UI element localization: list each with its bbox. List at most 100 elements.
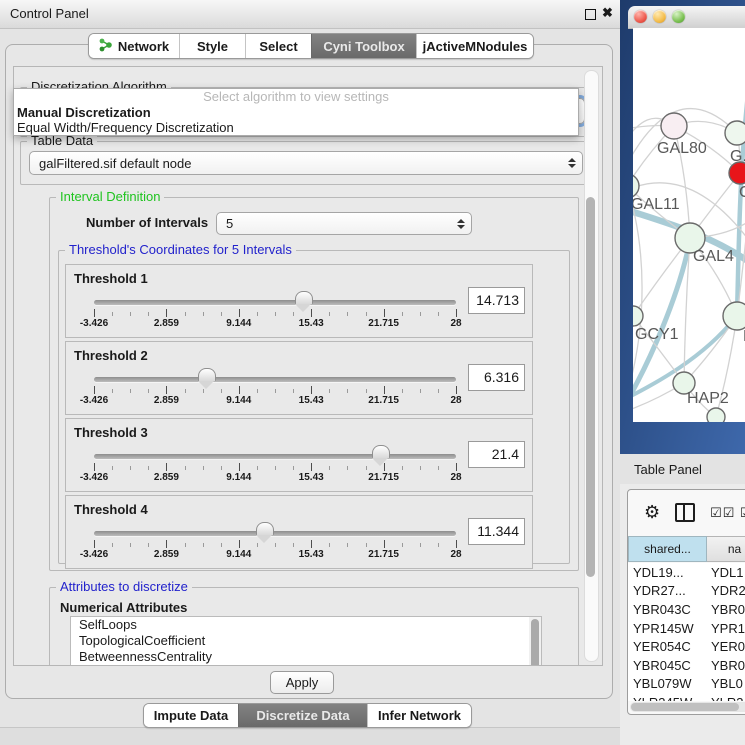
slider-track[interactable] — [94, 454, 456, 459]
threshold-label: Threshold 4 — [74, 502, 148, 517]
slider-ticks — [94, 463, 456, 472]
slider-track[interactable] — [94, 531, 456, 536]
table-panel-title: Table Panel — [634, 462, 702, 477]
thresholds-list: Threshold 1 -3.4262.8599.14415.4321.7152… — [65, 264, 533, 572]
bottom-strip — [0, 727, 621, 745]
network-node[interactable] — [633, 174, 639, 198]
attribute-item[interactable]: BetweennessCentrality — [71, 649, 541, 665]
attributes-group: Attributes to discretize Numerical Attri… — [49, 587, 579, 666]
network-node-label: GAL80 — [657, 140, 707, 157]
attributes-group-title: Attributes to discretize — [56, 580, 192, 594]
close-traffic-light[interactable] — [634, 10, 647, 23]
network-window: GAL80G.GAL11CGAL4GCY1HHAP2 — [620, 0, 745, 454]
slider-scale: -3.4262.8599.14415.4321.71528 — [94, 472, 456, 484]
tab-network[interactable]: Network — [89, 34, 179, 58]
column-header-name[interactable]: na — [707, 536, 745, 562]
control-panel-title: Control Panel — [10, 6, 89, 21]
slider-scale: -3.4262.8599.14415.4321.71528 — [94, 549, 456, 561]
network-canvas[interactable]: GAL80G.GAL11CGAL4GCY1HHAP2 — [633, 28, 745, 422]
close-icon[interactable]: ✖ — [602, 5, 613, 21]
tab-impute-data[interactable]: Impute Data — [144, 704, 238, 727]
attribute-item[interactable]: TopologicalCoefficient — [71, 633, 541, 649]
slider-track[interactable] — [94, 377, 456, 382]
table-toolbar: ⚙ ☑☑ ☑ — [628, 490, 745, 535]
numerical-attributes-label: Numerical Attributes — [60, 600, 187, 615]
algorithm-option-equal-width[interactable]: Equal Width/Frequency Discretization — [14, 120, 578, 135]
tab-select[interactable]: Select — [245, 34, 311, 58]
columns-icon[interactable] — [675, 503, 695, 522]
table-data-group: Table Data galFiltered.sif default node — [20, 141, 593, 185]
float-window-icon[interactable] — [585, 9, 596, 20]
network-node[interactable] — [723, 302, 745, 330]
slider-ticks — [94, 309, 456, 318]
tab-jactivemnodules[interactable]: jActiveMNodules — [416, 34, 533, 58]
threshold-value-field[interactable]: 6.316 — [468, 364, 525, 391]
table-row[interactable]: YDL19...YDL1 — [628, 563, 745, 582]
table-data-group-title: Table Data — [27, 134, 97, 148]
network-node-label: GAL4 — [693, 248, 734, 265]
combo-arrows-icon — [457, 219, 465, 229]
slider-thumb[interactable] — [295, 291, 313, 304]
settings-vertical-scrollbar[interactable] — [584, 70, 599, 662]
network-node[interactable] — [707, 408, 725, 422]
minimize-traffic-light[interactable] — [653, 10, 666, 23]
top-tab-bar: Network Style Select Cyni Toolbox jActiv… — [88, 33, 534, 59]
attribute-item[interactable]: SelfLoops — [71, 617, 541, 633]
threshold-label: Threshold 1 — [74, 271, 148, 286]
interval-definition-group-title: Interval Definition — [56, 190, 164, 204]
number-of-intervals-combobox[interactable]: 5 — [216, 212, 472, 235]
column-header-shared-name[interactable]: shared... — [628, 536, 707, 562]
threshold-value-field[interactable]: 11.344 — [468, 518, 525, 545]
select-columns-icons[interactable]: ☑☑ ☑ — [710, 505, 745, 521]
slider-ticks — [94, 386, 456, 395]
table-row[interactable]: YER054CYER0 — [628, 637, 745, 656]
table-row[interactable]: YBL079WYBL0 — [628, 675, 745, 694]
tab-cyni-toolbox[interactable]: Cyni Toolbox — [311, 34, 416, 58]
algorithm-dropdown-popup: Select algorithm to view settings Manual… — [13, 88, 579, 136]
gear-icon[interactable]: ⚙ — [644, 502, 660, 523]
slider-thumb[interactable] — [372, 445, 390, 458]
threshold-label: Threshold 2 — [74, 348, 148, 363]
tab-style[interactable]: Style — [179, 34, 245, 58]
network-node-label: GCY1 — [635, 326, 679, 343]
table-row[interactable]: YPR145WYPR1 — [628, 619, 745, 638]
screen: Control Panel ✖ Network Style Select Cyn… — [0, 0, 745, 745]
table-data-combobox[interactable]: galFiltered.sif default node — [29, 151, 583, 175]
table-data-selected: galFiltered.sif default node — [39, 156, 191, 171]
tab-network-label: Network — [118, 39, 169, 54]
table-header: shared... na — [628, 536, 745, 562]
zoom-traffic-light[interactable] — [672, 10, 685, 23]
table-row[interactable]: YDR27...YDR2 — [628, 582, 745, 601]
network-node[interactable] — [661, 113, 687, 139]
slider-thumb[interactable] — [198, 368, 216, 381]
number-of-intervals-label: Number of Intervals — [86, 215, 208, 230]
network-node[interactable] — [725, 121, 745, 145]
tab-infer-network[interactable]: Infer Network — [367, 704, 471, 727]
apply-button[interactable]: Apply — [270, 671, 334, 694]
slider-thumb[interactable] — [256, 522, 274, 535]
scrollbar-thumb[interactable] — [586, 197, 595, 577]
threshold-value-field[interactable]: 14.713 — [468, 287, 525, 314]
table-row[interactable]: YBR045CYBR0 — [628, 656, 745, 675]
tab-style-label: Style — [197, 39, 228, 54]
network-icon — [99, 38, 112, 55]
tab-discretize-data-label: Discretize Data — [256, 708, 349, 723]
slider-track[interactable] — [94, 300, 456, 305]
network-canvas-svg: GAL80G.GAL11CGAL4GCY1HHAP2 — [633, 28, 745, 422]
number-of-intervals-value: 5 — [226, 216, 233, 231]
table-row[interactable]: YBR043CYBR0 — [628, 600, 745, 619]
table-row[interactable]: YLR345WYLR3 — [628, 693, 745, 701]
thresholds-group: Threshold's Coordinates for 5 Intervals … — [58, 250, 570, 564]
network-node-label: C — [739, 184, 745, 201]
tab-jactivemnodules-label: jActiveMNodules — [423, 39, 528, 54]
network-node-label: GAL11 — [633, 196, 680, 213]
table-horizontal-scrollbar[interactable] — [630, 702, 745, 712]
network-node-label: HAP2 — [687, 390, 729, 407]
algorithm-option-manual[interactable]: Manual Discretization — [14, 105, 578, 120]
network-window-titlebar — [628, 6, 745, 29]
network-node[interactable] — [729, 162, 745, 184]
attributes-list-scrollbar[interactable] — [529, 617, 541, 666]
threshold-value-field[interactable]: 21.4 — [468, 441, 525, 468]
network-node-label: G. — [730, 148, 745, 165]
tab-discretize-data[interactable]: Discretize Data — [238, 704, 367, 727]
